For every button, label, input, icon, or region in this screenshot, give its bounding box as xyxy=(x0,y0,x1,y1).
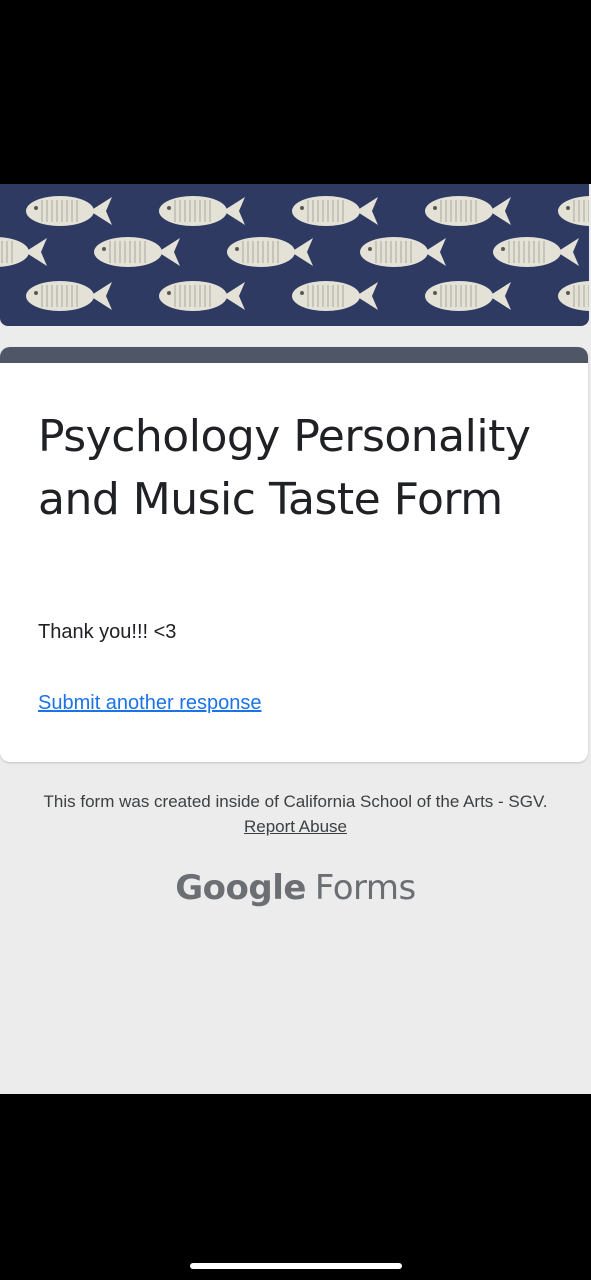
fish-icon xyxy=(159,281,245,311)
form-title: Psychology Personality and Music Taste F… xyxy=(38,411,531,525)
footer-disclaimer: This form was created inside of Californ… xyxy=(20,789,571,839)
confirmation-message: Thank you!!! <3 xyxy=(38,621,177,643)
fish-icon xyxy=(360,237,446,267)
logo-forms-text: Forms xyxy=(314,868,416,908)
fish-icon xyxy=(558,281,589,311)
fish-icon xyxy=(292,196,378,226)
fish-icon xyxy=(94,237,180,267)
footer-created-text: This form was created inside of Californ… xyxy=(43,792,548,811)
fish-icon xyxy=(292,281,378,311)
fish-icon xyxy=(26,281,112,311)
submit-another-response-link[interactable]: Submit another response xyxy=(38,692,261,715)
fish-pattern-icon xyxy=(0,196,589,311)
status-bar-area xyxy=(0,0,591,184)
confirmation-card: Psychology Personality and Music Taste F… xyxy=(0,347,588,762)
fish-icon xyxy=(558,196,589,226)
fish-icon xyxy=(26,196,112,226)
logo-google-text: Google xyxy=(175,868,306,908)
fish-icon xyxy=(0,237,47,267)
navigation-bar-area xyxy=(0,1094,591,1280)
fish-icon xyxy=(425,196,511,226)
header-banner-image xyxy=(0,184,589,326)
fish-icon xyxy=(493,237,579,267)
fish-icon xyxy=(227,237,313,267)
fish-icon xyxy=(159,196,245,226)
report-abuse-link[interactable]: Report Abuse xyxy=(244,817,347,836)
fish-icon xyxy=(425,281,511,311)
home-indicator[interactable] xyxy=(190,1263,402,1269)
google-forms-logo[interactable]: Google Forms xyxy=(0,868,591,908)
form-page[interactable]: Psychology Personality and Music Taste F… xyxy=(0,184,591,1094)
card-accent-bar xyxy=(0,347,588,363)
